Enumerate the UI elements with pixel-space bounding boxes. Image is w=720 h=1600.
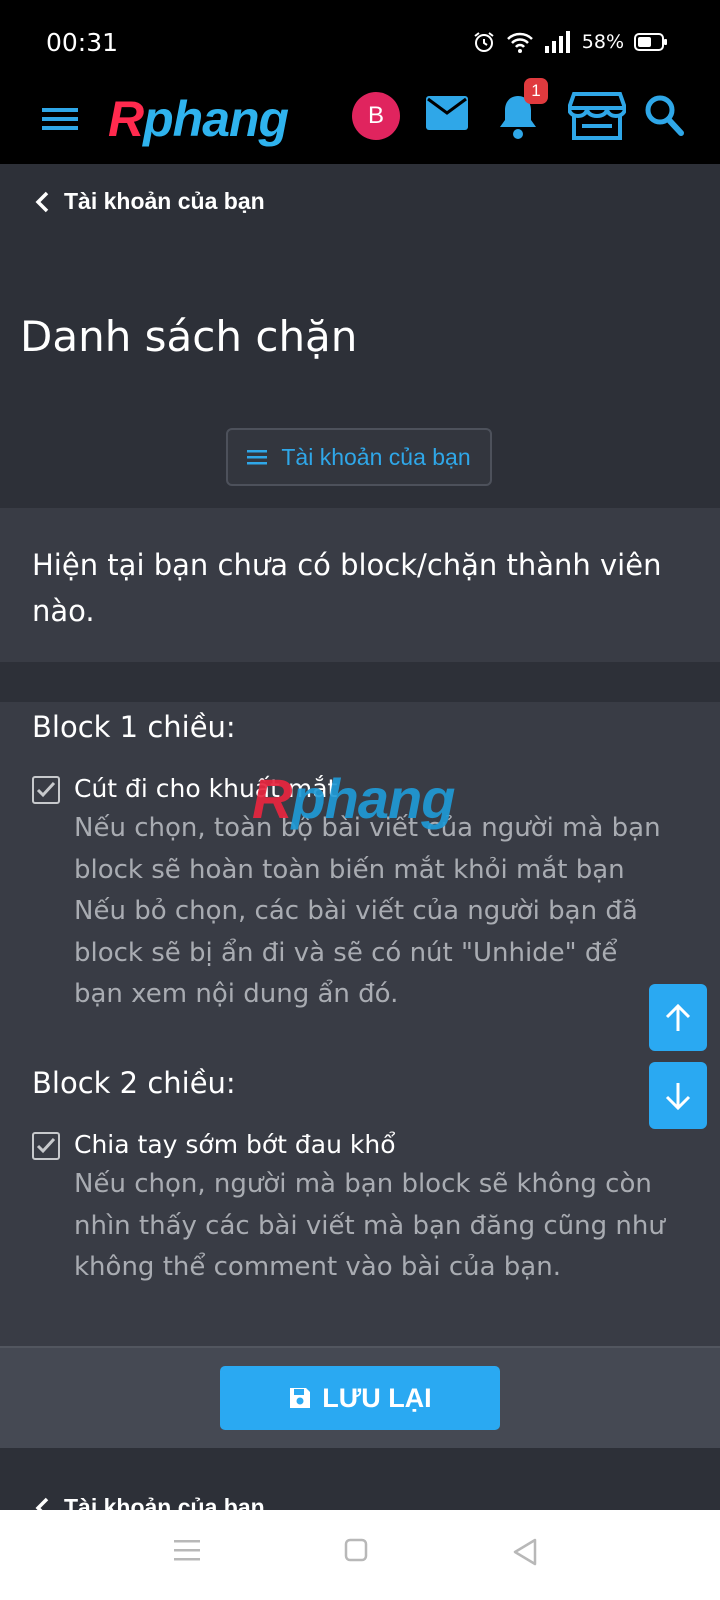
save-button[interactable]: LƯU LẠI bbox=[220, 1366, 500, 1430]
block-one-way-heading: Block 1 chiều: bbox=[32, 710, 236, 744]
site-logo[interactable]: Rphang bbox=[108, 90, 289, 148]
block-one-way-label[interactable]: Cút đi cho khuất mắt bbox=[74, 774, 337, 803]
block-two-way-description: Nếu chọn, người mà bạn block sẽ không cò… bbox=[74, 1169, 665, 1282]
check-icon bbox=[36, 1137, 56, 1154]
avatar[interactable]: B bbox=[352, 92, 400, 140]
block-options: Block 1 chiều: Cút đi cho khuất mắt Nếu … bbox=[0, 702, 720, 1346]
battery-percent: 58% bbox=[581, 31, 624, 53]
wifi-icon bbox=[506, 32, 533, 53]
block-two-way-checkbox[interactable] bbox=[32, 1132, 60, 1160]
chevron-left-icon bbox=[35, 191, 49, 212]
footer-section: Tài khoản của bạn bbox=[0, 1448, 720, 1520]
menu-icon[interactable] bbox=[40, 98, 82, 140]
block-two-way-label[interactable]: Chia tay sớm bớt đau khổ bbox=[74, 1130, 396, 1159]
empty-block-notice: Hiện tại bạn chưa có block/chặn thành vi… bbox=[0, 508, 720, 662]
title-section: Tài khoản của bạn Danh sách chặn Tài kho… bbox=[0, 164, 720, 508]
scroll-down-button[interactable] bbox=[649, 1062, 707, 1129]
search-icon[interactable] bbox=[644, 94, 684, 136]
status-icons: 58% bbox=[472, 30, 668, 54]
back-icon[interactable] bbox=[512, 1538, 538, 1566]
check-icon bbox=[36, 781, 56, 798]
home-icon[interactable] bbox=[344, 1538, 368, 1562]
breadcrumb-label: Tài khoản của bạn bbox=[64, 188, 265, 214]
recent-apps-icon[interactable] bbox=[174, 1538, 200, 1562]
notice-text: Hiện tại bạn chưa có block/chặn thành vi… bbox=[32, 548, 662, 628]
system-nav-bar bbox=[0, 1510, 720, 1600]
floppy-disk-icon bbox=[290, 1388, 311, 1408]
app-header: Rphang B 1 bbox=[0, 78, 720, 164]
status-time: 00:31 bbox=[46, 28, 119, 57]
block-two-way-heading: Block 2 chiều: bbox=[32, 1066, 236, 1100]
account-menu-label: Tài khoản của bạn bbox=[281, 443, 471, 470]
signal-icon bbox=[544, 31, 570, 53]
battery-icon bbox=[634, 33, 667, 51]
notification-badge: 1 bbox=[524, 78, 548, 104]
block-one-way-description: Nếu chọn, toàn bộ bài viết của người mà … bbox=[74, 813, 661, 1009]
list-icon bbox=[247, 450, 268, 465]
account-menu-button[interactable]: Tài khoản của bạn bbox=[226, 428, 492, 486]
status-bar: 00:31 58% bbox=[0, 0, 720, 84]
save-bar: LƯU LẠI bbox=[0, 1346, 720, 1448]
save-label: LƯU LẠI bbox=[322, 1382, 432, 1413]
arrow-down-icon bbox=[665, 1082, 691, 1110]
mail-icon[interactable] bbox=[426, 96, 468, 130]
arrow-up-icon bbox=[665, 1003, 691, 1031]
page-title: Danh sách chặn bbox=[20, 312, 358, 361]
alarm-icon bbox=[474, 32, 494, 52]
breadcrumb[interactable]: Tài khoản của bạn bbox=[34, 188, 265, 215]
block-one-way-checkbox[interactable] bbox=[32, 776, 60, 804]
store-icon[interactable] bbox=[568, 90, 626, 142]
scroll-up-button[interactable] bbox=[649, 984, 707, 1051]
